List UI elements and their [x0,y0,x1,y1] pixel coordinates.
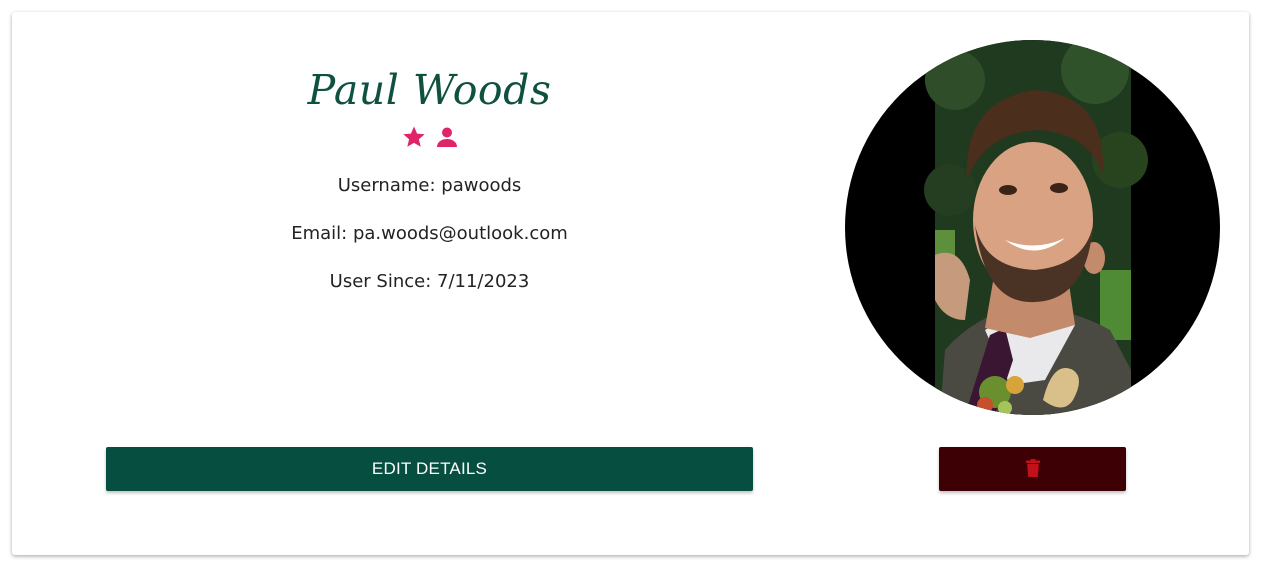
profile-avatar [845,40,1220,415]
email-text: Email: pa.woods@outlook.com [291,223,568,244]
user-since-text: User Since: 7/11/2023 [329,271,530,292]
profile-info: Paul Woods Username: pawoods Email: pa.w… [107,12,752,294]
profile-name: Paul Woods [307,66,552,114]
delete-account-button[interactable] [939,447,1126,491]
profile-card: Paul Woods Username: pawoods Email: pa.w… [12,12,1249,555]
profile-badges [107,122,752,152]
edit-details-button[interactable]: EDIT DETAILS [106,447,753,491]
user-icon [436,126,458,148]
username-text: Username: pawoods [337,175,522,196]
star-icon [402,125,426,149]
trash-icon [1025,458,1040,480]
